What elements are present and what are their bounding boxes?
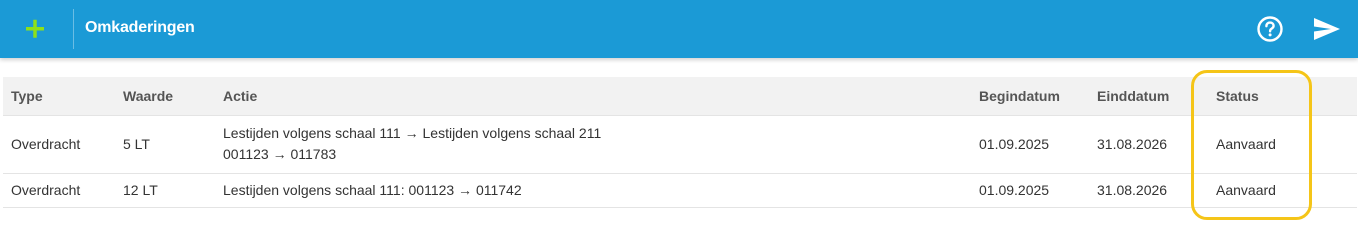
omkaderingen-table-container: Type Waarde Actie Begindatum Einddatum S… bbox=[3, 77, 1357, 208]
send-icon bbox=[1314, 18, 1340, 40]
column-header-status[interactable]: Status bbox=[1208, 77, 1357, 115]
top-bar: Omkaderingen bbox=[0, 0, 1358, 58]
cell-actie: Lestijden volgens schaal 111: 001123 → 0… bbox=[215, 173, 971, 207]
column-header-begindatum[interactable]: Begindatum bbox=[971, 77, 1089, 115]
table-row[interactable]: Overdracht 12 LT Lestijden volgens schaa… bbox=[3, 173, 1357, 207]
table-header-row: Type Waarde Actie Begindatum Einddatum S… bbox=[3, 77, 1357, 115]
cell-einddatum: 31.08.2026 bbox=[1097, 135, 1168, 152]
actie-line: Lestijden volgens schaal 111 → Lestijden… bbox=[223, 125, 602, 141]
column-header-actie[interactable]: Actie bbox=[215, 77, 971, 115]
cell-actie: Lestijden volgens schaal 111 → Lestijden… bbox=[215, 115, 971, 173]
send-button[interactable] bbox=[1312, 15, 1342, 43]
cell-waarde: 5 LT bbox=[123, 135, 150, 152]
cell-begindatum: 01.09.2025 bbox=[979, 181, 1050, 198]
table-row[interactable]: Overdracht 5 LT Lestijden volgens schaal… bbox=[3, 115, 1357, 173]
cell-type: Overdracht bbox=[11, 135, 81, 152]
column-header-einddatum[interactable]: Einddatum bbox=[1089, 77, 1208, 115]
actie-line: Lestijden volgens schaal 111: 001123 → 0… bbox=[223, 181, 522, 198]
cell-waarde: 12 LT bbox=[123, 181, 158, 198]
help-button[interactable] bbox=[1256, 15, 1284, 43]
toolbar-divider bbox=[73, 9, 74, 49]
plus-icon bbox=[26, 19, 44, 38]
cell-einddatum: 31.08.2026 bbox=[1097, 181, 1168, 198]
page-title: Omkaderingen bbox=[85, 19, 195, 36]
cell-type: Overdracht bbox=[11, 181, 81, 198]
cell-status: Aanvaard bbox=[1216, 135, 1276, 152]
help-circle-icon bbox=[1257, 16, 1283, 42]
column-header-waarde[interactable]: Waarde bbox=[115, 77, 215, 115]
omkaderingen-table: Type Waarde Actie Begindatum Einddatum S… bbox=[3, 77, 1357, 208]
cell-status: Aanvaard bbox=[1216, 181, 1276, 198]
column-header-type[interactable]: Type bbox=[3, 77, 115, 115]
cell-begindatum: 01.09.2025 bbox=[979, 135, 1050, 152]
add-button[interactable] bbox=[16, 13, 54, 45]
actie-line: 001123 → 011783 bbox=[223, 146, 337, 162]
